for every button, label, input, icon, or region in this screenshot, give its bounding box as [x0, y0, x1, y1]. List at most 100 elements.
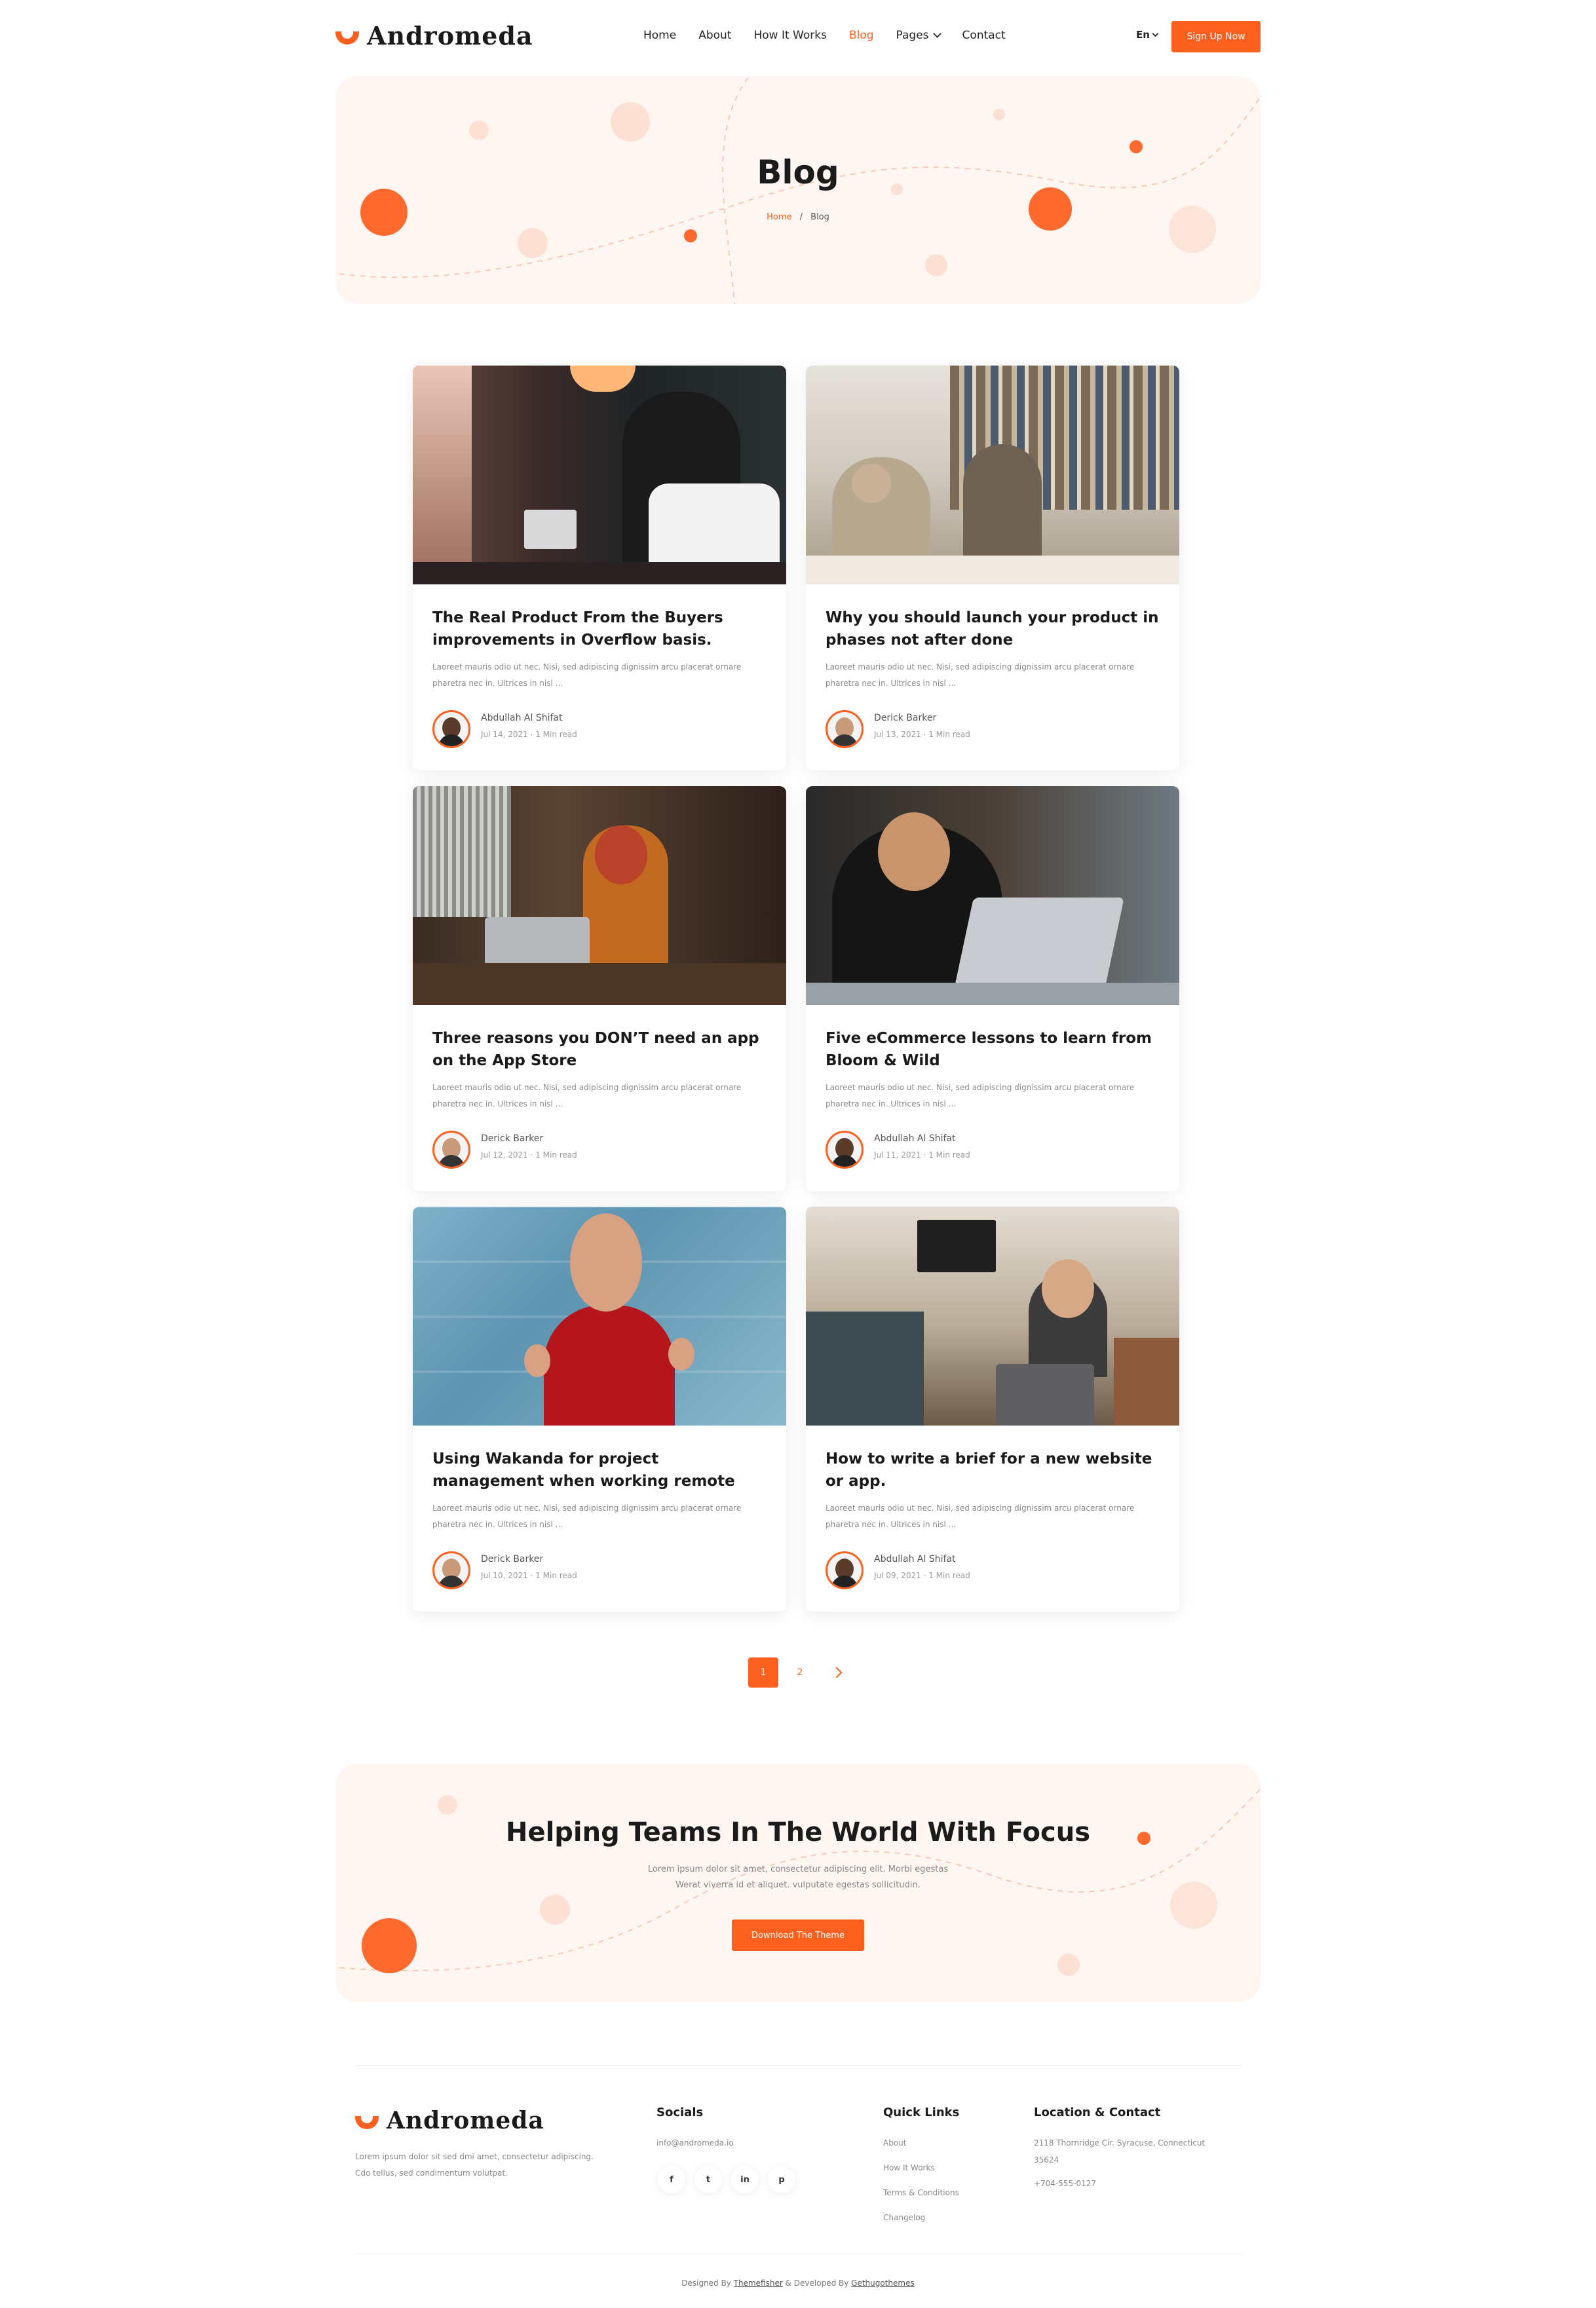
main-menu: Home About How It Works Blog Pages Conta… — [643, 29, 1006, 42]
brand-name: Andromeda — [367, 21, 533, 50]
nav-item-blog[interactable]: Blog — [849, 29, 874, 42]
read-time: 1 Min read — [928, 730, 970, 739]
chevron-down-icon — [932, 29, 941, 38]
designer-link[interactable]: Themefisher — [734, 2279, 783, 2288]
nav-item-pages[interactable]: Pages — [896, 29, 941, 42]
post-meta: Jul 13, 2021 · 1 Min read — [874, 730, 970, 739]
nav-item-how-it-works[interactable]: How It Works — [753, 29, 826, 42]
footer-location-heading: Location & Contact — [1034, 2106, 1161, 2119]
decor-dot — [540, 1895, 570, 1925]
decor-dot — [438, 1795, 457, 1815]
footer-description: Lorem ipsum dolor sit sed dmi amet, cons… — [355, 2152, 594, 2178]
post-title[interactable]: How to write a brief for a new website o… — [826, 1448, 1160, 1492]
read-time: 1 Min read — [535, 1150, 577, 1160]
post-meta: Jul 09, 2021 · 1 Min read — [874, 1571, 970, 1580]
decor-dot — [469, 121, 489, 140]
post-date: Jul 12, 2021 — [481, 1150, 528, 1160]
blog-card[interactable]: Three reasons you DON’T need an app on t… — [413, 786, 786, 1191]
read-time: 1 Min read — [928, 1571, 970, 1580]
breadcrumb: Home / Blog — [335, 212, 1261, 222]
blog-card[interactable]: How to write a brief for a new website o… — [806, 1207, 1179, 1612]
decor-dot — [518, 228, 548, 258]
facebook-icon[interactable]: f — [658, 2166, 685, 2193]
breadcrumb-home[interactable]: Home — [767, 212, 791, 222]
pinterest-icon[interactable]: p — [768, 2166, 795, 2193]
breadcrumb-current: Blog — [810, 212, 829, 222]
page-2-button[interactable]: 2 — [785, 1657, 815, 1688]
post-thumbnail[interactable] — [806, 366, 1179, 584]
blog-card[interactable]: The Real Product From the Buyers improve… — [413, 366, 786, 770]
footer-logo[interactable]: Andromeda — [355, 2107, 544, 2134]
cta-description: Lorem ipsum dolor sit amet, consectetur … — [647, 1864, 949, 1890]
footer-link-how-it-works[interactable]: How It Works — [883, 2163, 935, 2172]
decor-dot — [1057, 1954, 1080, 1976]
logo-icon — [355, 2116, 379, 2129]
read-time: 1 Min read — [535, 1571, 577, 1580]
read-time: 1 Min read — [535, 730, 577, 739]
next-page-button[interactable] — [822, 1657, 852, 1688]
download-theme-button[interactable]: Download The Theme — [732, 1920, 864, 1951]
page-1-button[interactable]: 1 — [748, 1657, 778, 1688]
footer-address-line2: 35624 — [1034, 2155, 1059, 2165]
linkedin-icon[interactable]: in — [731, 2166, 759, 2193]
twitter-icon[interactable]: t — [694, 2166, 722, 2193]
blog-card[interactable]: Why you should launch your product in ph… — [806, 366, 1179, 770]
blog-card[interactable]: Using Wakanda for project management whe… — [413, 1207, 786, 1612]
language-selector[interactable]: En — [1136, 29, 1159, 41]
post-meta: Jul 10, 2021 · 1 Min read — [481, 1571, 577, 1580]
post-title[interactable]: The Real Product From the Buyers improve… — [432, 607, 767, 651]
author-avatar — [826, 1131, 864, 1169]
author-name: Abdullah Al Shifat — [874, 1554, 956, 1564]
blog-card[interactable]: Five eCommerce lessons to learn from Blo… — [806, 786, 1179, 1191]
nav-item-about[interactable]: About — [698, 29, 731, 42]
post-date: Jul 14, 2021 — [481, 730, 528, 739]
author-avatar — [432, 710, 470, 748]
post-thumbnail[interactable] — [413, 1207, 786, 1426]
nav-item-contact[interactable]: Contact — [962, 29, 1006, 42]
footer-link-about[interactable]: About — [883, 2138, 906, 2147]
post-title[interactable]: Three reasons you DON’T need an app on t… — [432, 1027, 767, 1072]
signup-button[interactable]: Sign Up Now — [1171, 21, 1261, 52]
chevron-right-icon — [831, 1667, 843, 1678]
post-meta: Jul 12, 2021 · 1 Min read — [481, 1150, 577, 1160]
post-date: Jul 09, 2021 — [874, 1571, 921, 1580]
decor-dot — [1029, 187, 1072, 231]
post-title[interactable]: Using Wakanda for project management whe… — [432, 1448, 767, 1492]
footer-link-changelog[interactable]: Changelog — [883, 2213, 925, 2222]
post-excerpt: Laoreet mauris odio ut nec. Nisi, sed ad… — [826, 1083, 1135, 1108]
post-excerpt: Laoreet mauris odio ut nec. Nisi, sed ad… — [826, 1504, 1135, 1529]
breadcrumb-separator: / — [799, 212, 803, 222]
footer-phone[interactable]: +704-555-0127 — [1034, 2179, 1096, 2188]
copyright: Designed By Themefisher & Developed By G… — [0, 2279, 1596, 2288]
nav-item-home[interactable]: Home — [643, 29, 676, 42]
footer-link-terms[interactable]: Terms & Conditions — [883, 2188, 959, 2197]
cta-section: Helping Teams In The World With Focus Lo… — [335, 1764, 1261, 2002]
decor-dot — [993, 109, 1005, 121]
post-title[interactable]: Why you should launch your product in ph… — [826, 607, 1160, 651]
post-excerpt: Laoreet mauris odio ut nec. Nisi, sed ad… — [432, 1504, 742, 1529]
page-title: Blog — [757, 153, 839, 191]
brand-logo[interactable]: Andromeda — [335, 21, 533, 50]
post-thumbnail[interactable] — [413, 366, 786, 584]
author-name: Derick Barker — [874, 713, 937, 723]
copyright-middle: & Developed By — [785, 2279, 849, 2288]
post-title[interactable]: Five eCommerce lessons to learn from Blo… — [826, 1027, 1160, 1072]
post-excerpt: Laoreet mauris odio ut nec. Nisi, sed ad… — [432, 662, 742, 688]
post-date: Jul 10, 2021 — [481, 1571, 528, 1580]
nav-item-pages-label: Pages — [896, 29, 929, 42]
post-excerpt: Laoreet mauris odio ut nec. Nisi, sed ad… — [826, 662, 1135, 688]
footer-email[interactable]: info@andromeda.io — [656, 2138, 734, 2147]
post-thumbnail[interactable] — [806, 1207, 1179, 1426]
author-name: Derick Barker — [481, 1133, 544, 1144]
author-avatar — [826, 710, 864, 748]
post-excerpt: Laoreet mauris odio ut nec. Nisi, sed ad… — [432, 1083, 742, 1108]
footer-address-line1: 2118 Thornridge Cir. Syracuse, Connectic… — [1034, 2138, 1206, 2147]
post-thumbnail[interactable] — [413, 786, 786, 1005]
author-name: Abdullah Al Shifat — [874, 1133, 956, 1144]
developer-link[interactable]: Gethugothemes — [851, 2279, 915, 2288]
decor-dot — [611, 102, 650, 142]
cta-title: Helping Teams In The World With Focus — [505, 1817, 1090, 1847]
copyright-prefix: Designed By — [681, 2279, 731, 2288]
post-thumbnail[interactable] — [806, 786, 1179, 1005]
logo-icon — [335, 31, 359, 45]
